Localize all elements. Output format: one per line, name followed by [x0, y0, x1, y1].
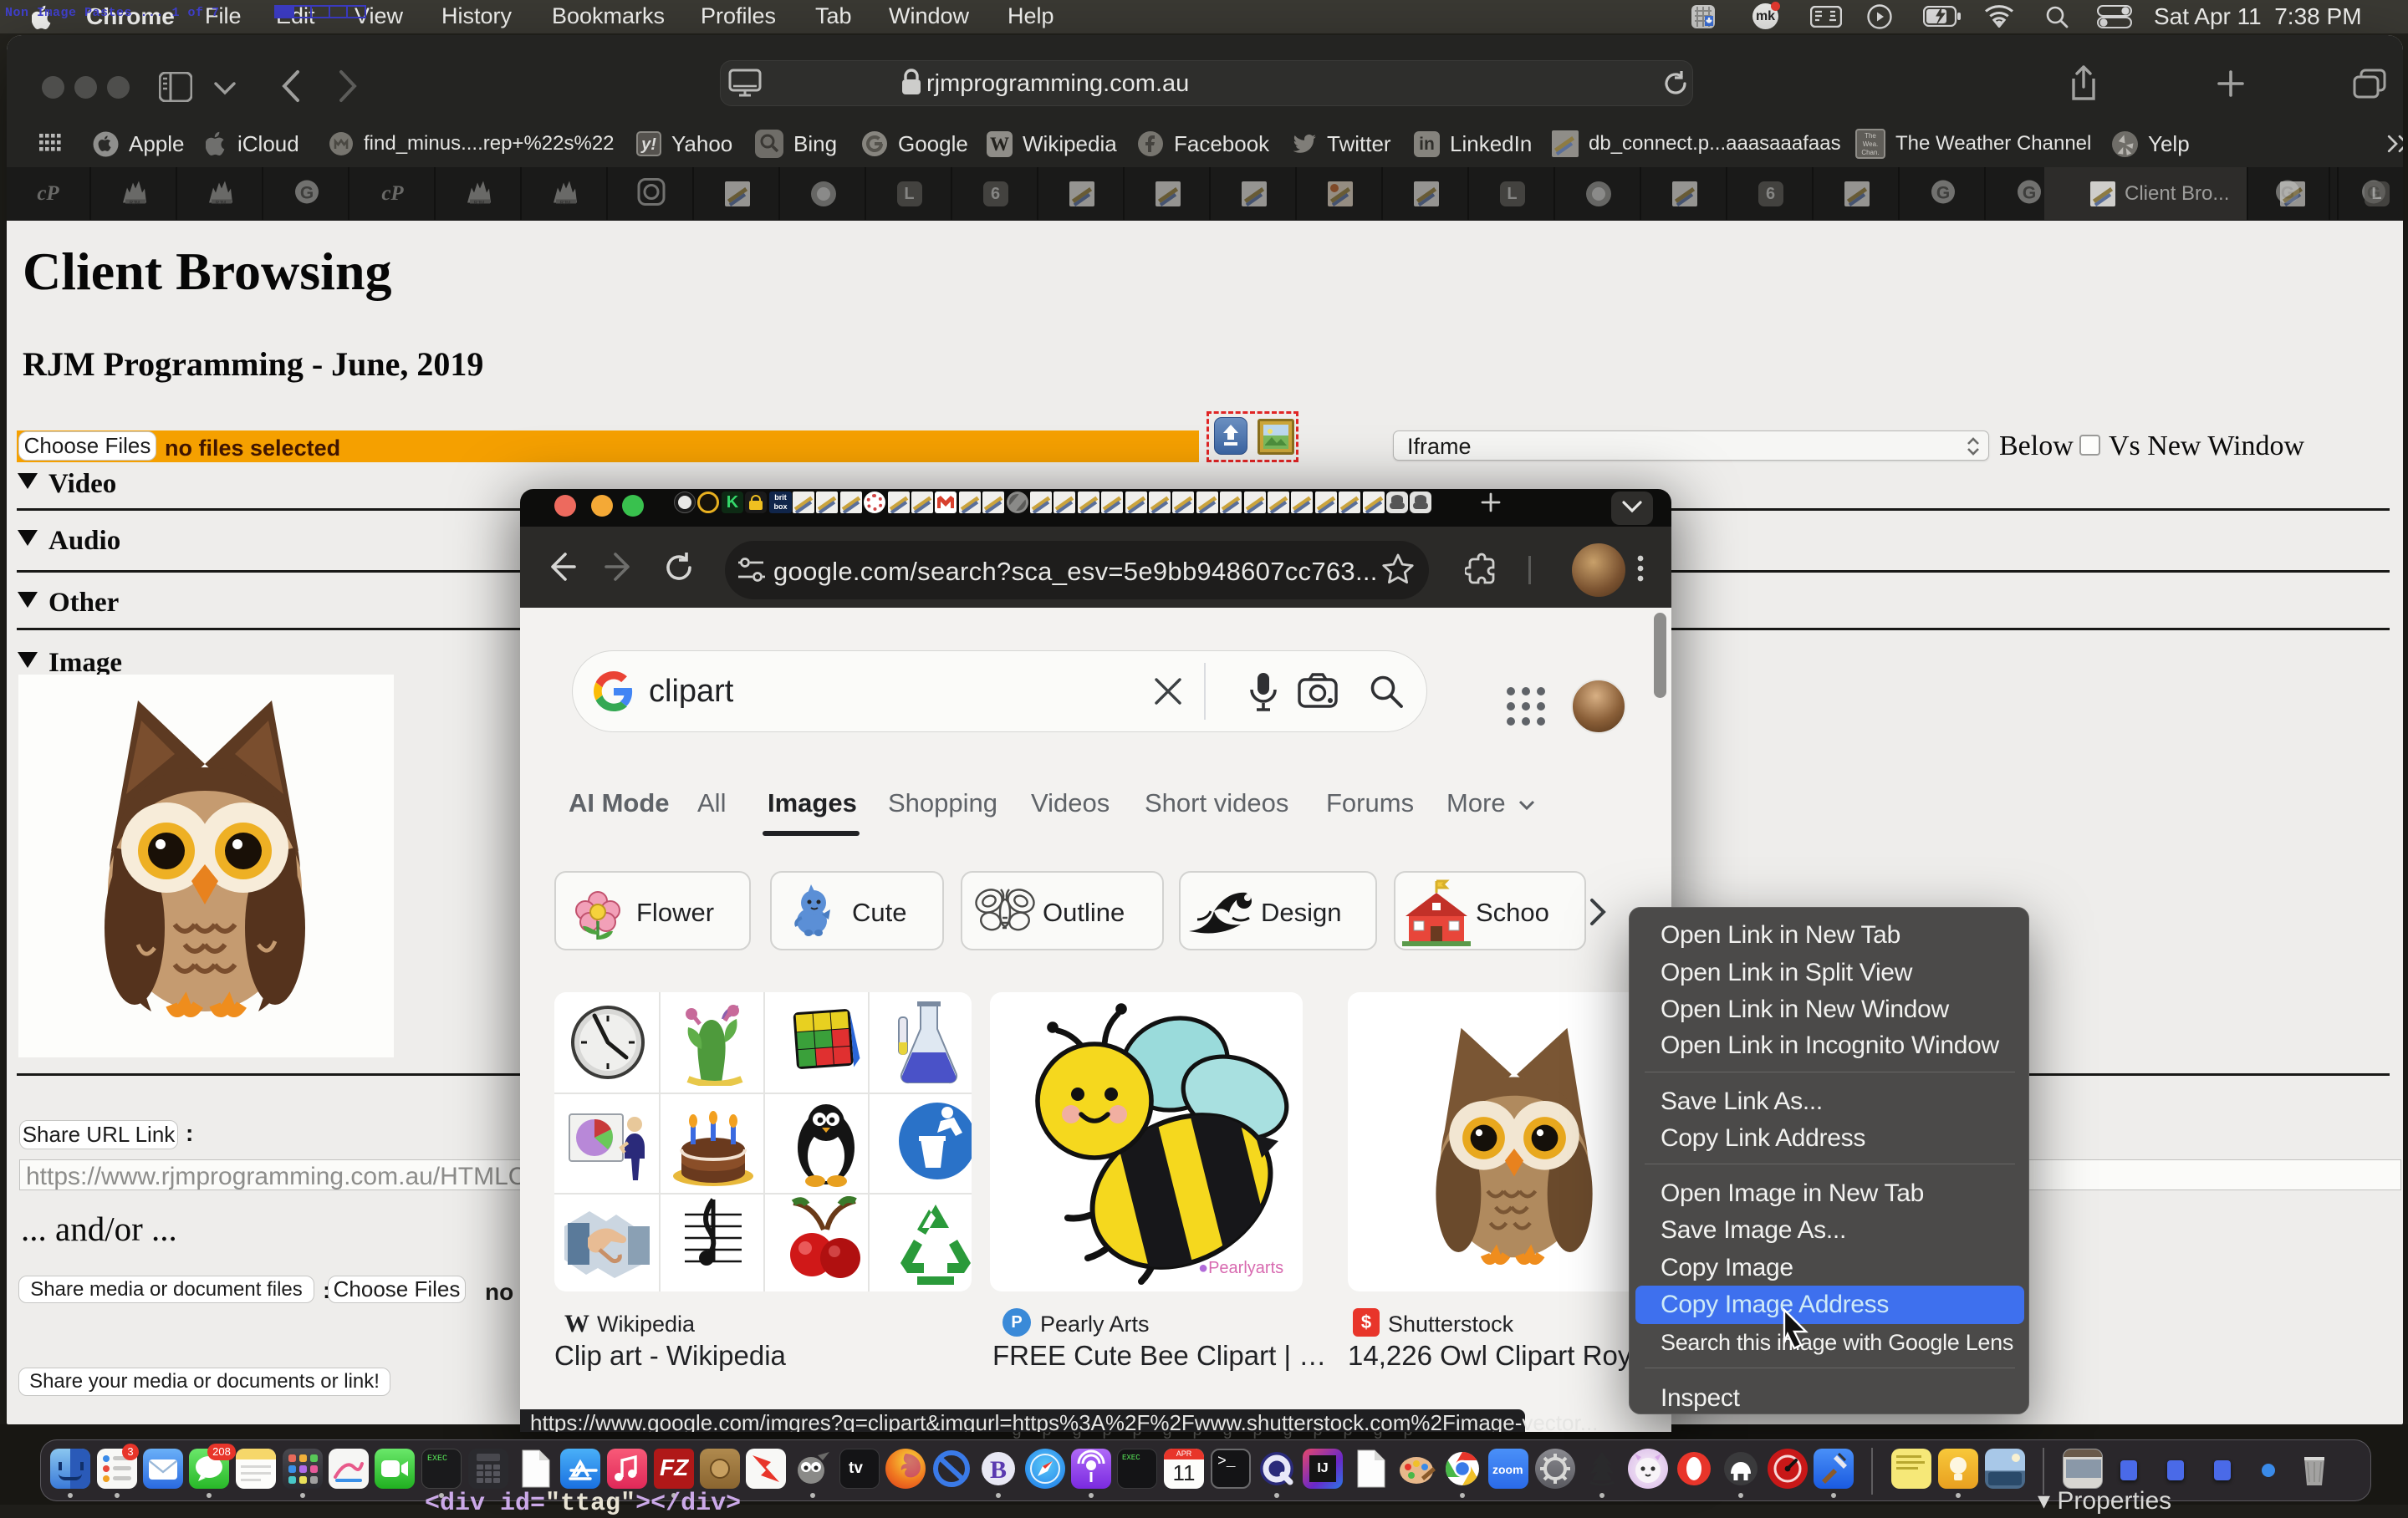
svg-text:●Pearlyarts: ●Pearlyarts [1198, 1259, 1283, 1277]
svg-text:B: B [990, 1456, 1007, 1484]
